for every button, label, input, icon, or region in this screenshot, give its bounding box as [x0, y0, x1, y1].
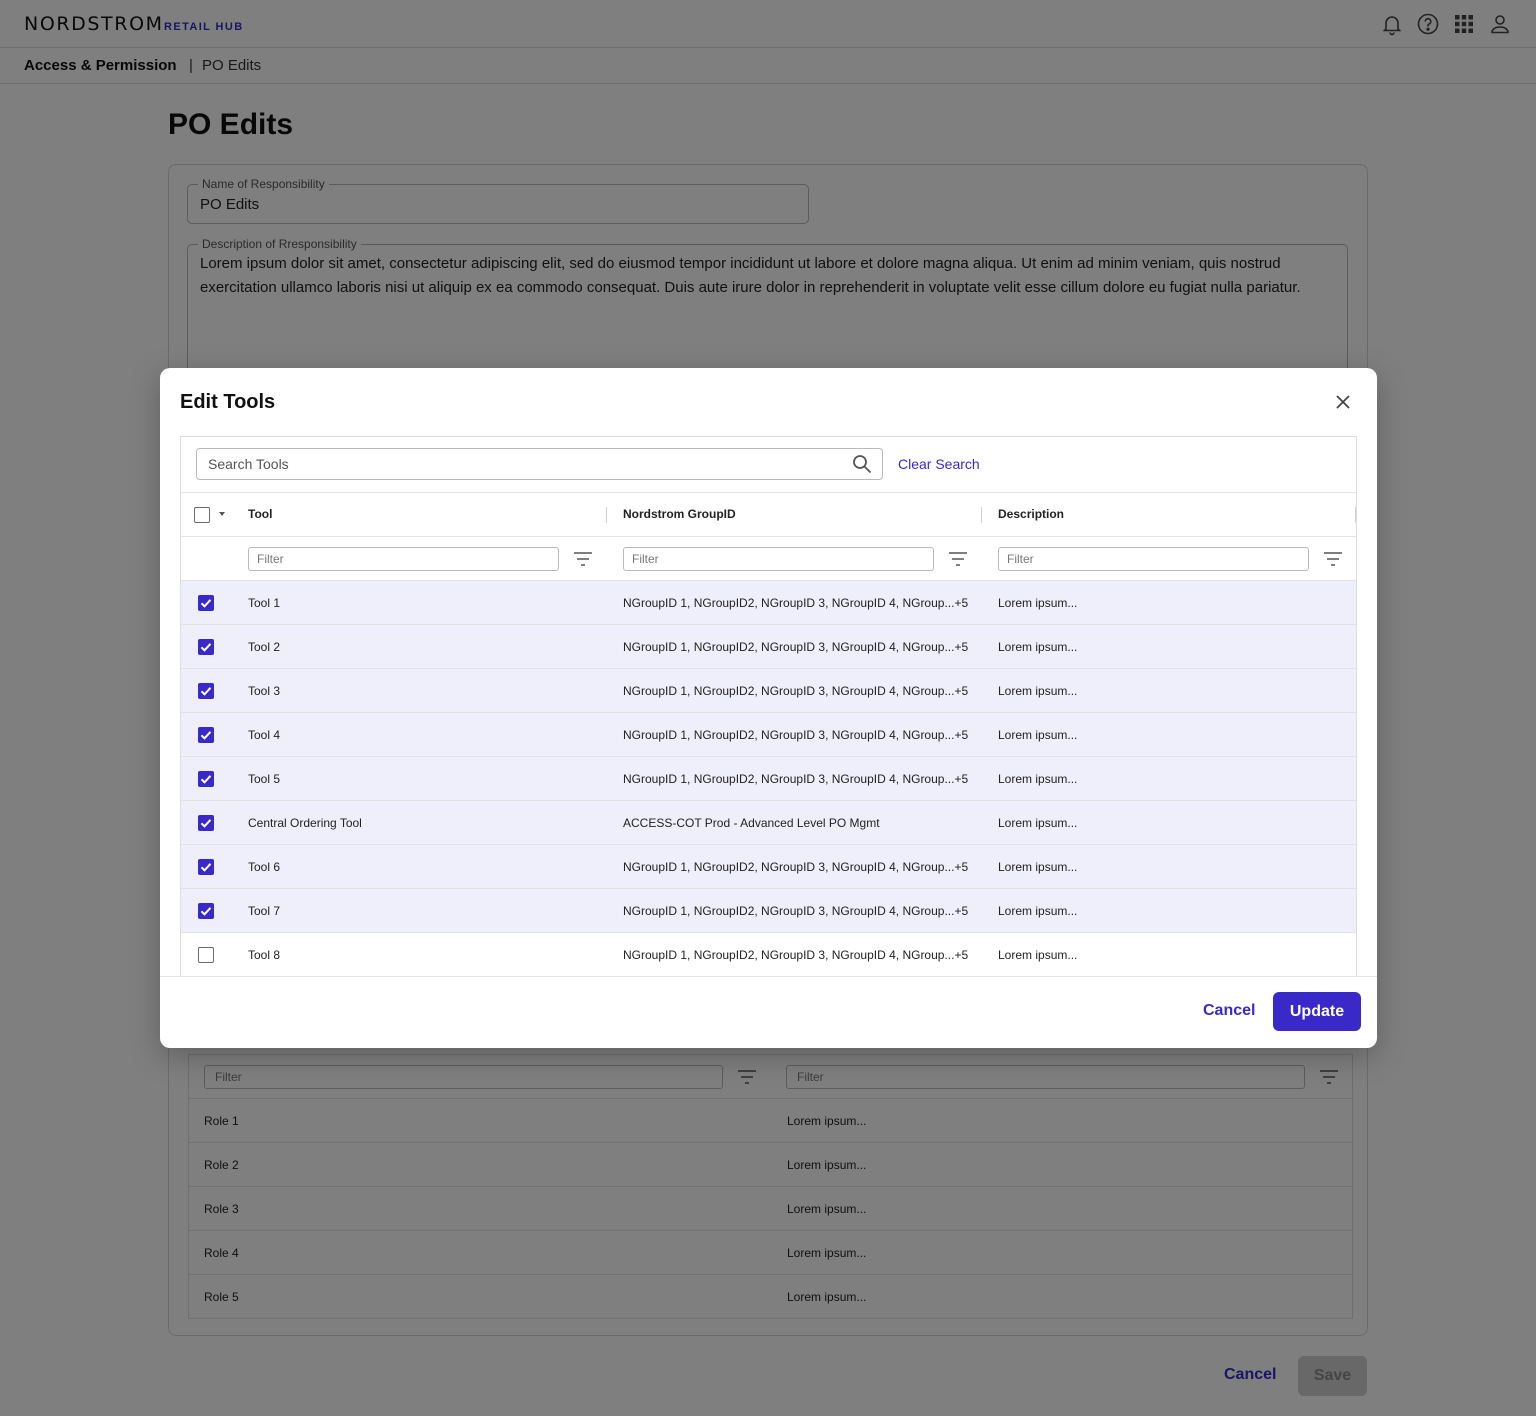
edit-tools-modal: Edit Tools Clear Search Tool Nordstrom G…	[160, 368, 1377, 1048]
column-divider[interactable]	[981, 507, 982, 523]
tool-name: Tool 7	[248, 904, 281, 918]
select-all-caret-icon[interactable]	[219, 512, 225, 516]
row-checkbox[interactable]	[198, 683, 214, 699]
group-ids: NGroupID 1, NGroupID2, NGroupID 3, NGrou…	[623, 596, 969, 610]
tool-name: Tool 8	[248, 948, 281, 962]
tool-description: Lorem ipsum...	[998, 728, 1078, 742]
table-row[interactable]: Tool 3 NGroupID 1, NGroupID2, NGroupID 3,…	[181, 669, 1356, 713]
filter-icon[interactable]	[948, 550, 968, 568]
column-divider[interactable]	[606, 507, 607, 523]
search-icon[interactable]	[852, 454, 872, 474]
search-box[interactable]	[196, 448, 883, 480]
modal-title: Edit Tools	[180, 391, 276, 413]
group-ids: NGroupID 1, NGroupID2, NGroupID 3, NGrou…	[623, 728, 969, 742]
filter-icon[interactable]	[573, 550, 593, 568]
column-header-groupid[interactable]: Nordstrom GroupID	[623, 507, 736, 521]
group-ids: NGroupID 1, NGroupID2, NGroupID 3, NGrou…	[623, 904, 969, 918]
table-row[interactable]: Tool 6 NGroupID 1, NGroupID2, NGroupID 3,…	[181, 845, 1356, 889]
update-button[interactable]: Update	[1273, 992, 1361, 1031]
row-checkbox[interactable]	[198, 771, 214, 787]
row-checkbox[interactable]	[198, 903, 214, 919]
tool-filter-input[interactable]	[248, 547, 559, 571]
group-ids: NGroupID 1, NGroupID2, NGroupID 3, NGrou…	[623, 684, 969, 698]
tool-description: Lorem ipsum...	[998, 904, 1078, 918]
tool-description: Lorem ipsum...	[998, 948, 1078, 962]
group-ids: NGroupID 1, NGroupID2, NGroupID 3, NGrou…	[623, 860, 969, 874]
tool-name: Tool 2	[248, 640, 281, 654]
table-row[interactable]: Tool 7 NGroupID 1, NGroupID2, NGroupID 3,…	[181, 889, 1356, 933]
row-checkbox[interactable]	[198, 859, 214, 875]
tool-description: Lorem ipsum...	[998, 816, 1078, 830]
search-input[interactable]	[197, 449, 837, 479]
tool-description: Lorem ipsum...	[998, 640, 1078, 654]
table-header: Tool Nordstrom GroupID Description	[181, 493, 1356, 537]
table-row[interactable]: Central Ordering Tool ACCESS-COT Prod - A…	[181, 801, 1356, 845]
group-ids: NGroupID 1, NGroupID2, NGroupID 3, NGrou…	[623, 640, 969, 654]
groupid-filter-input[interactable]	[623, 547, 934, 571]
tool-description: Lorem ipsum...	[998, 860, 1078, 874]
filter-row	[181, 537, 1356, 581]
table-row[interactable]: Tool 8 NGroupID 1, NGroupID2, NGroupID 3,…	[181, 933, 1356, 976]
tool-description: Lorem ipsum...	[998, 684, 1078, 698]
column-header-tool[interactable]: Tool	[248, 507, 272, 521]
table-row[interactable]: Tool 2 NGroupID 1, NGroupID2, NGroupID 3,…	[181, 625, 1356, 669]
modal-footer-divider	[160, 976, 1377, 977]
row-checkbox[interactable]	[198, 639, 214, 655]
filter-icon[interactable]	[1323, 550, 1343, 568]
row-checkbox[interactable]	[198, 947, 214, 963]
row-checkbox[interactable]	[198, 595, 214, 611]
clear-search-link[interactable]: Clear Search	[898, 456, 980, 472]
search-bar: Clear Search	[181, 437, 1356, 493]
tool-name: Tool 5	[248, 772, 281, 786]
group-ids: NGroupID 1, NGroupID2, NGroupID 3, NGrou…	[623, 772, 969, 786]
tool-name: Tool 4	[248, 728, 281, 742]
tool-name: Tool 6	[248, 860, 281, 874]
tool-description: Lorem ipsum...	[998, 772, 1078, 786]
select-all-checkbox[interactable]	[194, 507, 210, 523]
tool-name: Tool 1	[248, 596, 281, 610]
tool-name: Tool 3	[248, 684, 281, 698]
row-checkbox[interactable]	[198, 727, 214, 743]
table-row[interactable]: Tool 5 NGroupID 1, NGroupID2, NGroupID 3,…	[181, 757, 1356, 801]
column-header-description[interactable]: Description	[998, 507, 1064, 521]
table-row[interactable]: Tool 4 NGroupID 1, NGroupID2, NGroupID 3,…	[181, 713, 1356, 757]
tools-grid: Clear Search Tool Nordstrom GroupID Desc…	[180, 436, 1357, 976]
close-icon[interactable]	[1332, 391, 1354, 413]
group-ids: NGroupID 1, NGroupID2, NGroupID 3, NGrou…	[623, 948, 969, 962]
table-row[interactable]: Tool 1 NGroupID 1, NGroupID2, NGroupID 3,…	[181, 581, 1356, 625]
group-ids: ACCESS-COT Prod - Advanced Level PO Mgmt	[623, 816, 880, 830]
description-filter-input[interactable]	[998, 547, 1309, 571]
modal-cancel-button[interactable]: Cancel	[1203, 1002, 1255, 1020]
column-divider[interactable]	[1355, 507, 1356, 523]
row-checkbox[interactable]	[198, 815, 214, 831]
tool-description: Lorem ipsum...	[998, 596, 1078, 610]
tool-name: Central Ordering Tool	[248, 816, 362, 830]
